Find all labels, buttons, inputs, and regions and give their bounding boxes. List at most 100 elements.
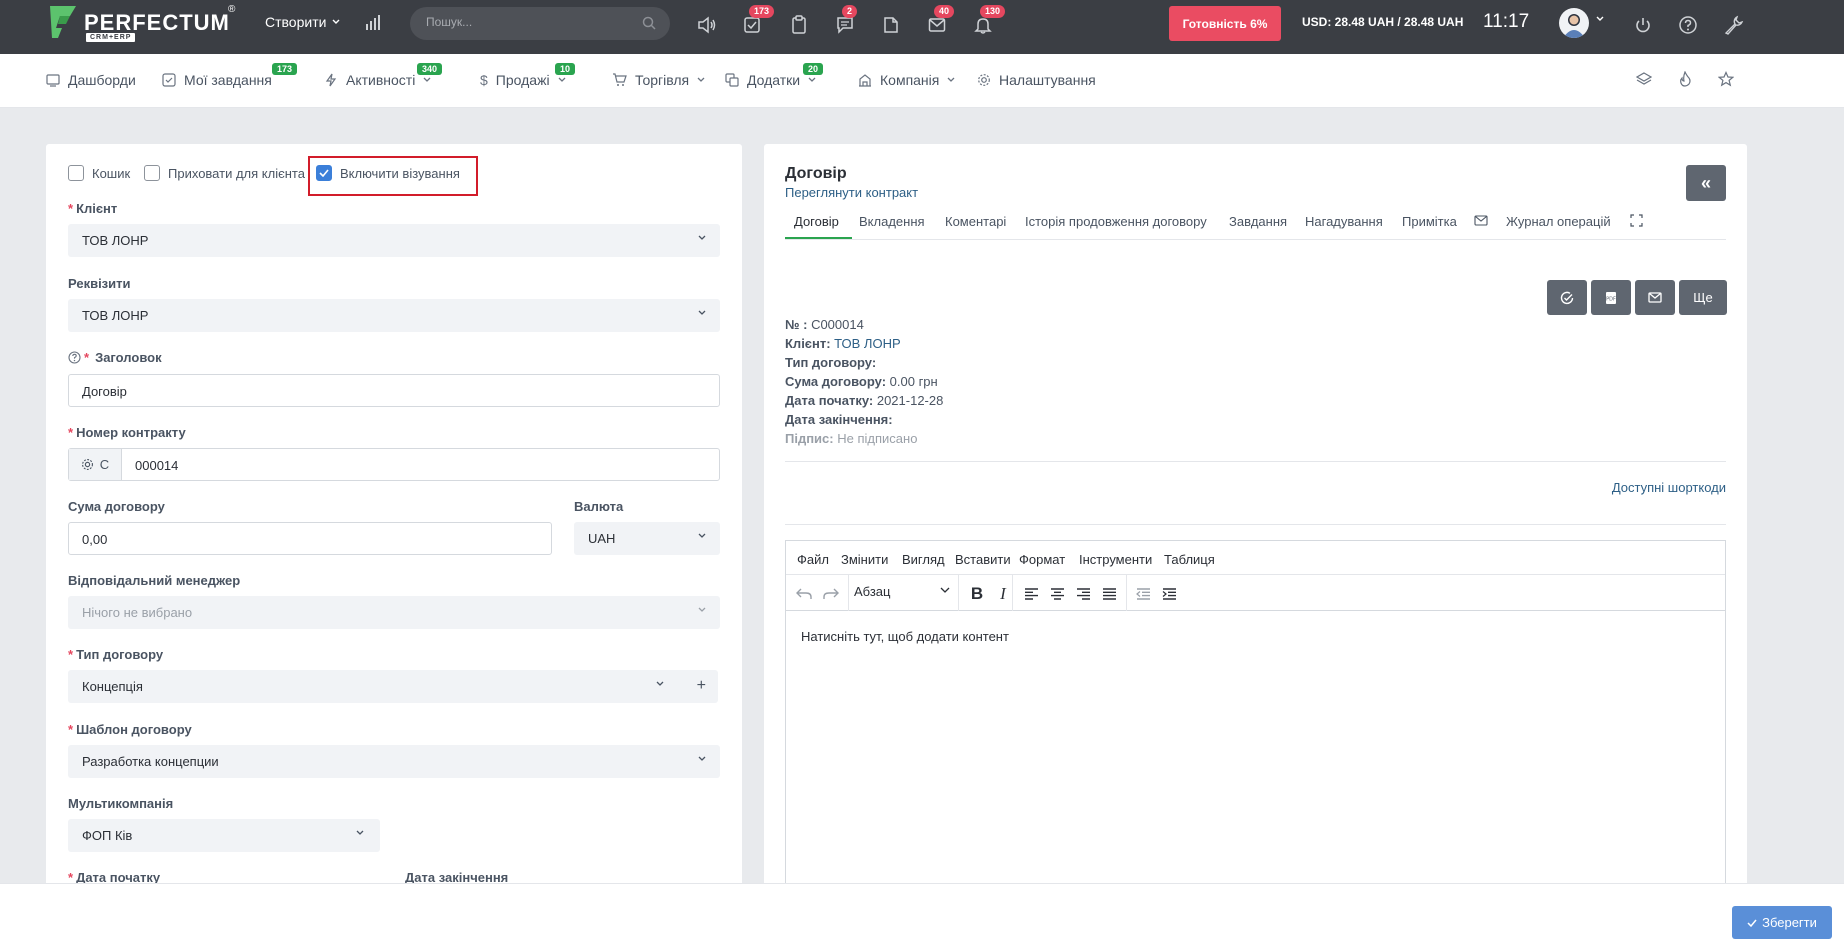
contract-type-select[interactable]: Концепція + bbox=[68, 670, 718, 703]
editor-menu-view[interactable]: Вигляд bbox=[902, 552, 945, 567]
italic-icon[interactable]: I bbox=[992, 583, 1014, 605]
hide-client-checkbox-row[interactable]: Приховати для клієнта bbox=[144, 165, 305, 181]
align-center-icon[interactable] bbox=[1046, 583, 1068, 605]
tasks-check-icon[interactable]: 173 bbox=[739, 5, 775, 38]
nav-label: Активності bbox=[346, 72, 416, 88]
perfectum-logo[interactable]: PERFECTUM ® CRM+ERP bbox=[46, 4, 246, 48]
save-button[interactable]: Зберегти bbox=[1732, 906, 1832, 939]
add-contract-type-button[interactable]: + bbox=[697, 677, 706, 695]
nav-item-trade[interactable]: Торгівля bbox=[612, 72, 705, 88]
help-circle-icon[interactable] bbox=[68, 351, 81, 364]
trash-checkbox[interactable] bbox=[68, 165, 84, 181]
tab-attachments[interactable]: Вкладення bbox=[859, 214, 925, 229]
editor-content-area[interactable]: Натисніть тут, щоб додати контент bbox=[801, 629, 1009, 644]
logo-registered-mark: ® bbox=[228, 4, 236, 15]
chevron-down-icon bbox=[558, 77, 566, 82]
paragraph-format-select[interactable]: Абзац bbox=[854, 584, 954, 599]
fullscreen-icon[interactable] bbox=[1630, 214, 1643, 227]
document-icon[interactable] bbox=[878, 12, 904, 38]
align-right-icon[interactable] bbox=[1072, 583, 1094, 605]
tab-operations-log[interactable]: Журнал операцій bbox=[1506, 214, 1611, 229]
messages-badge: 2 bbox=[842, 5, 858, 18]
main-navigation: Дашборди Мої завдання 173 Активності 340… bbox=[0, 54, 1844, 108]
client-select[interactable]: ТОВ ЛОНР bbox=[68, 224, 720, 257]
contract-prefix[interactable]: C bbox=[69, 449, 122, 480]
amount-input[interactable]: 0,00 bbox=[68, 522, 552, 555]
mail-icon[interactable]: 40 bbox=[924, 5, 955, 38]
tab-tasks[interactable]: Завдання bbox=[1229, 214, 1287, 229]
tab-extension-history[interactable]: Історія продовження договору bbox=[1025, 214, 1207, 229]
approve-button[interactable] bbox=[1547, 280, 1587, 315]
multicompany-value: ФОП Ків bbox=[82, 828, 133, 843]
nav-item-activities[interactable]: Активності 340 bbox=[324, 63, 443, 88]
power-icon[interactable] bbox=[1630, 12, 1656, 38]
chevron-down-icon bbox=[698, 756, 706, 761]
multicompany-select[interactable]: ФОП Ків bbox=[68, 819, 380, 852]
tab-comments[interactable]: Коментарі bbox=[945, 214, 1006, 229]
send-email-button[interactable] bbox=[1635, 280, 1675, 315]
search-icon[interactable] bbox=[642, 16, 656, 30]
tab-contract[interactable]: Договір bbox=[794, 214, 839, 229]
nav-item-my-tasks[interactable]: Мої завдання 173 bbox=[162, 63, 298, 88]
editor-menu-tools[interactable]: Інструменти bbox=[1079, 552, 1152, 567]
indent-icon[interactable] bbox=[1158, 583, 1180, 605]
chevron-down-icon[interactable] bbox=[1596, 16, 1604, 22]
include-visa-checkbox[interactable] bbox=[316, 165, 332, 181]
contract-number-input[interactable]: C 000014 bbox=[68, 448, 720, 481]
editor-menu-edit[interactable]: Змінити bbox=[841, 552, 888, 567]
tab-reminders[interactable]: Нагадування bbox=[1305, 214, 1383, 229]
search-input[interactable] bbox=[426, 15, 626, 29]
bell-icon[interactable]: 130 bbox=[970, 5, 1006, 38]
nav-item-company[interactable]: Компанія bbox=[858, 72, 955, 88]
available-shortcodes-link[interactable]: Доступні шорткоди bbox=[1612, 480, 1726, 495]
create-dropdown[interactable]: Створити bbox=[265, 14, 340, 30]
requisites-select[interactable]: ТОВ ЛОНР bbox=[68, 299, 720, 332]
star-icon[interactable] bbox=[1718, 71, 1734, 87]
help-icon[interactable] bbox=[1675, 12, 1701, 38]
meta-client-link[interactable]: ТОВ ЛОНР bbox=[834, 336, 900, 351]
collapse-panel-button[interactable]: « bbox=[1686, 165, 1726, 201]
speaker-icon[interactable] bbox=[694, 12, 720, 38]
search-box[interactable] bbox=[410, 7, 670, 40]
hide-client-checkbox[interactable] bbox=[144, 165, 160, 181]
manager-select[interactable]: Нічого не вибрано bbox=[68, 596, 720, 629]
clipboard-icon[interactable] bbox=[786, 12, 812, 38]
readiness-button[interactable]: Готовність 6% bbox=[1169, 6, 1281, 41]
align-left-icon[interactable] bbox=[1020, 583, 1042, 605]
outdent-icon[interactable] bbox=[1132, 583, 1154, 605]
trash-checkbox-row[interactable]: Кошик bbox=[68, 165, 130, 181]
user-avatar[interactable] bbox=[1559, 8, 1589, 38]
pdf-button[interactable]: PDF bbox=[1591, 280, 1631, 315]
amount-label: Сума договору bbox=[68, 499, 165, 514]
client-value: ТОВ ЛОНР bbox=[82, 233, 149, 248]
redo-icon[interactable] bbox=[820, 583, 842, 605]
include-visa-checkbox-row[interactable]: Включити візування bbox=[316, 165, 460, 181]
chevron-down-icon bbox=[808, 77, 816, 82]
wrench-icon[interactable] bbox=[1721, 12, 1747, 38]
toolbar-separator bbox=[958, 575, 959, 611]
bar-chart-icon[interactable] bbox=[364, 14, 382, 32]
template-select[interactable]: Разработка концепции bbox=[68, 745, 720, 778]
nav-item-addons[interactable]: Додатки 20 bbox=[725, 63, 824, 88]
editor-menu-table[interactable]: Таблиця bbox=[1164, 552, 1215, 567]
nav-label: Налаштування bbox=[999, 72, 1096, 88]
view-contract-link[interactable]: Переглянути контракт bbox=[785, 185, 918, 200]
layers-icon[interactable] bbox=[1636, 71, 1652, 87]
fire-icon[interactable] bbox=[1678, 71, 1692, 87]
title-input[interactable]: Договір bbox=[68, 374, 720, 407]
undo-icon[interactable] bbox=[793, 583, 815, 605]
tab-email-icon[interactable] bbox=[1474, 215, 1488, 226]
messages-icon[interactable]: 2 bbox=[832, 5, 858, 38]
bold-icon[interactable]: B bbox=[966, 583, 988, 605]
nav-item-settings[interactable]: Налаштування bbox=[977, 72, 1096, 88]
editor-menu-format[interactable]: Формат bbox=[1019, 552, 1065, 567]
chevron-down-icon bbox=[947, 77, 955, 82]
more-button[interactable]: Ще bbox=[1679, 280, 1727, 315]
align-justify-icon[interactable] bbox=[1098, 583, 1120, 605]
editor-menu-file[interactable]: Файл bbox=[797, 552, 829, 567]
editor-menu-insert[interactable]: Вставити bbox=[955, 552, 1011, 567]
currency-select[interactable]: UAH bbox=[574, 522, 720, 555]
tab-notes[interactable]: Примітка bbox=[1402, 214, 1457, 229]
nav-item-sales[interactable]: $ Продажі 10 bbox=[480, 63, 576, 88]
nav-item-dashboards[interactable]: Дашборди bbox=[46, 72, 136, 88]
